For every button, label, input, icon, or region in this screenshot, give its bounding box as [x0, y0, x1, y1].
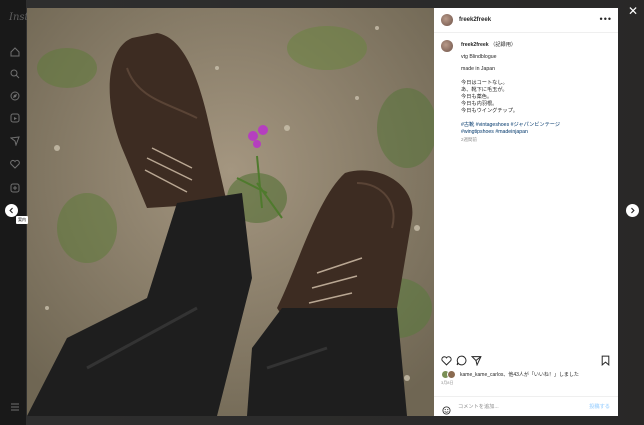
caption-line: 今日も薬色。 [461, 94, 493, 100]
hashtag-line[interactable]: #wingtipshoes #madeinjapan [461, 129, 611, 136]
caption-line: あ、靴下に毛玉が。 [461, 87, 508, 93]
next-post-button[interactable] [626, 204, 639, 217]
close-icon[interactable]: ✕ [628, 5, 638, 17]
liker-avatar [447, 370, 456, 379]
share-icon[interactable] [470, 353, 482, 367]
emoji-icon[interactable] [442, 402, 451, 415]
comment-input[interactable]: コメントを追加... [458, 403, 499, 410]
comment-icon[interactable] [456, 353, 467, 366]
username-link[interactable]: freek2freek [459, 17, 491, 23]
caption-avatar[interactable] [441, 40, 453, 52]
caption-header: freek2freek （記録用） [461, 41, 516, 48]
avatar[interactable] [441, 14, 453, 26]
likes-text[interactable]: kame_kame_carlos、他43人が「いいね！」しました [460, 371, 579, 378]
caption-line: 今日はコートなし。 [461, 80, 508, 86]
post-details-panel: freek2freek ••• freek2freek （記録用） vtg Bl… [434, 8, 618, 416]
likes-summary: kame_kame_carlos、他43人が「いいね！」しました [441, 370, 579, 379]
heart-icon[interactable] [441, 353, 452, 366]
caption-body: made in Japan 今日はコートなし。 あ、靴下に毛玉が。 今日も薬色。… [461, 66, 611, 143]
post-date[interactable]: 3月8日 [441, 380, 453, 386]
post-photo[interactable] [27, 8, 434, 416]
tooltip: 案内 [16, 216, 28, 224]
comment-box: コメントを追加... 投稿する [434, 396, 618, 417]
post-header: freek2freek ••• [434, 8, 618, 33]
action-bar [434, 351, 618, 367]
caption-line: made in Japan [461, 66, 496, 72]
caption-line: vtg Blindblogue [461, 54, 497, 60]
caption-line: 今日もウイングチップ。 [461, 108, 518, 114]
caption-line [461, 73, 611, 80]
caption-username[interactable]: freek2freek [461, 42, 489, 48]
bookmark-icon[interactable] [600, 353, 611, 366]
post-modal: freek2freek ••• freek2freek （記録用） vtg Bl… [27, 8, 618, 416]
post-comment-button[interactable]: 投稿する [589, 403, 610, 410]
more-options-icon[interactable]: ••• [600, 14, 612, 24]
caption-note: （記録用） [490, 42, 517, 48]
hashtag-line[interactable]: #古靴 #vintageshoes #ジャパンビンテージ [461, 122, 611, 129]
caption-line: 今日も内羽根。 [461, 101, 498, 107]
caption-age: 2週間前 [461, 137, 478, 142]
